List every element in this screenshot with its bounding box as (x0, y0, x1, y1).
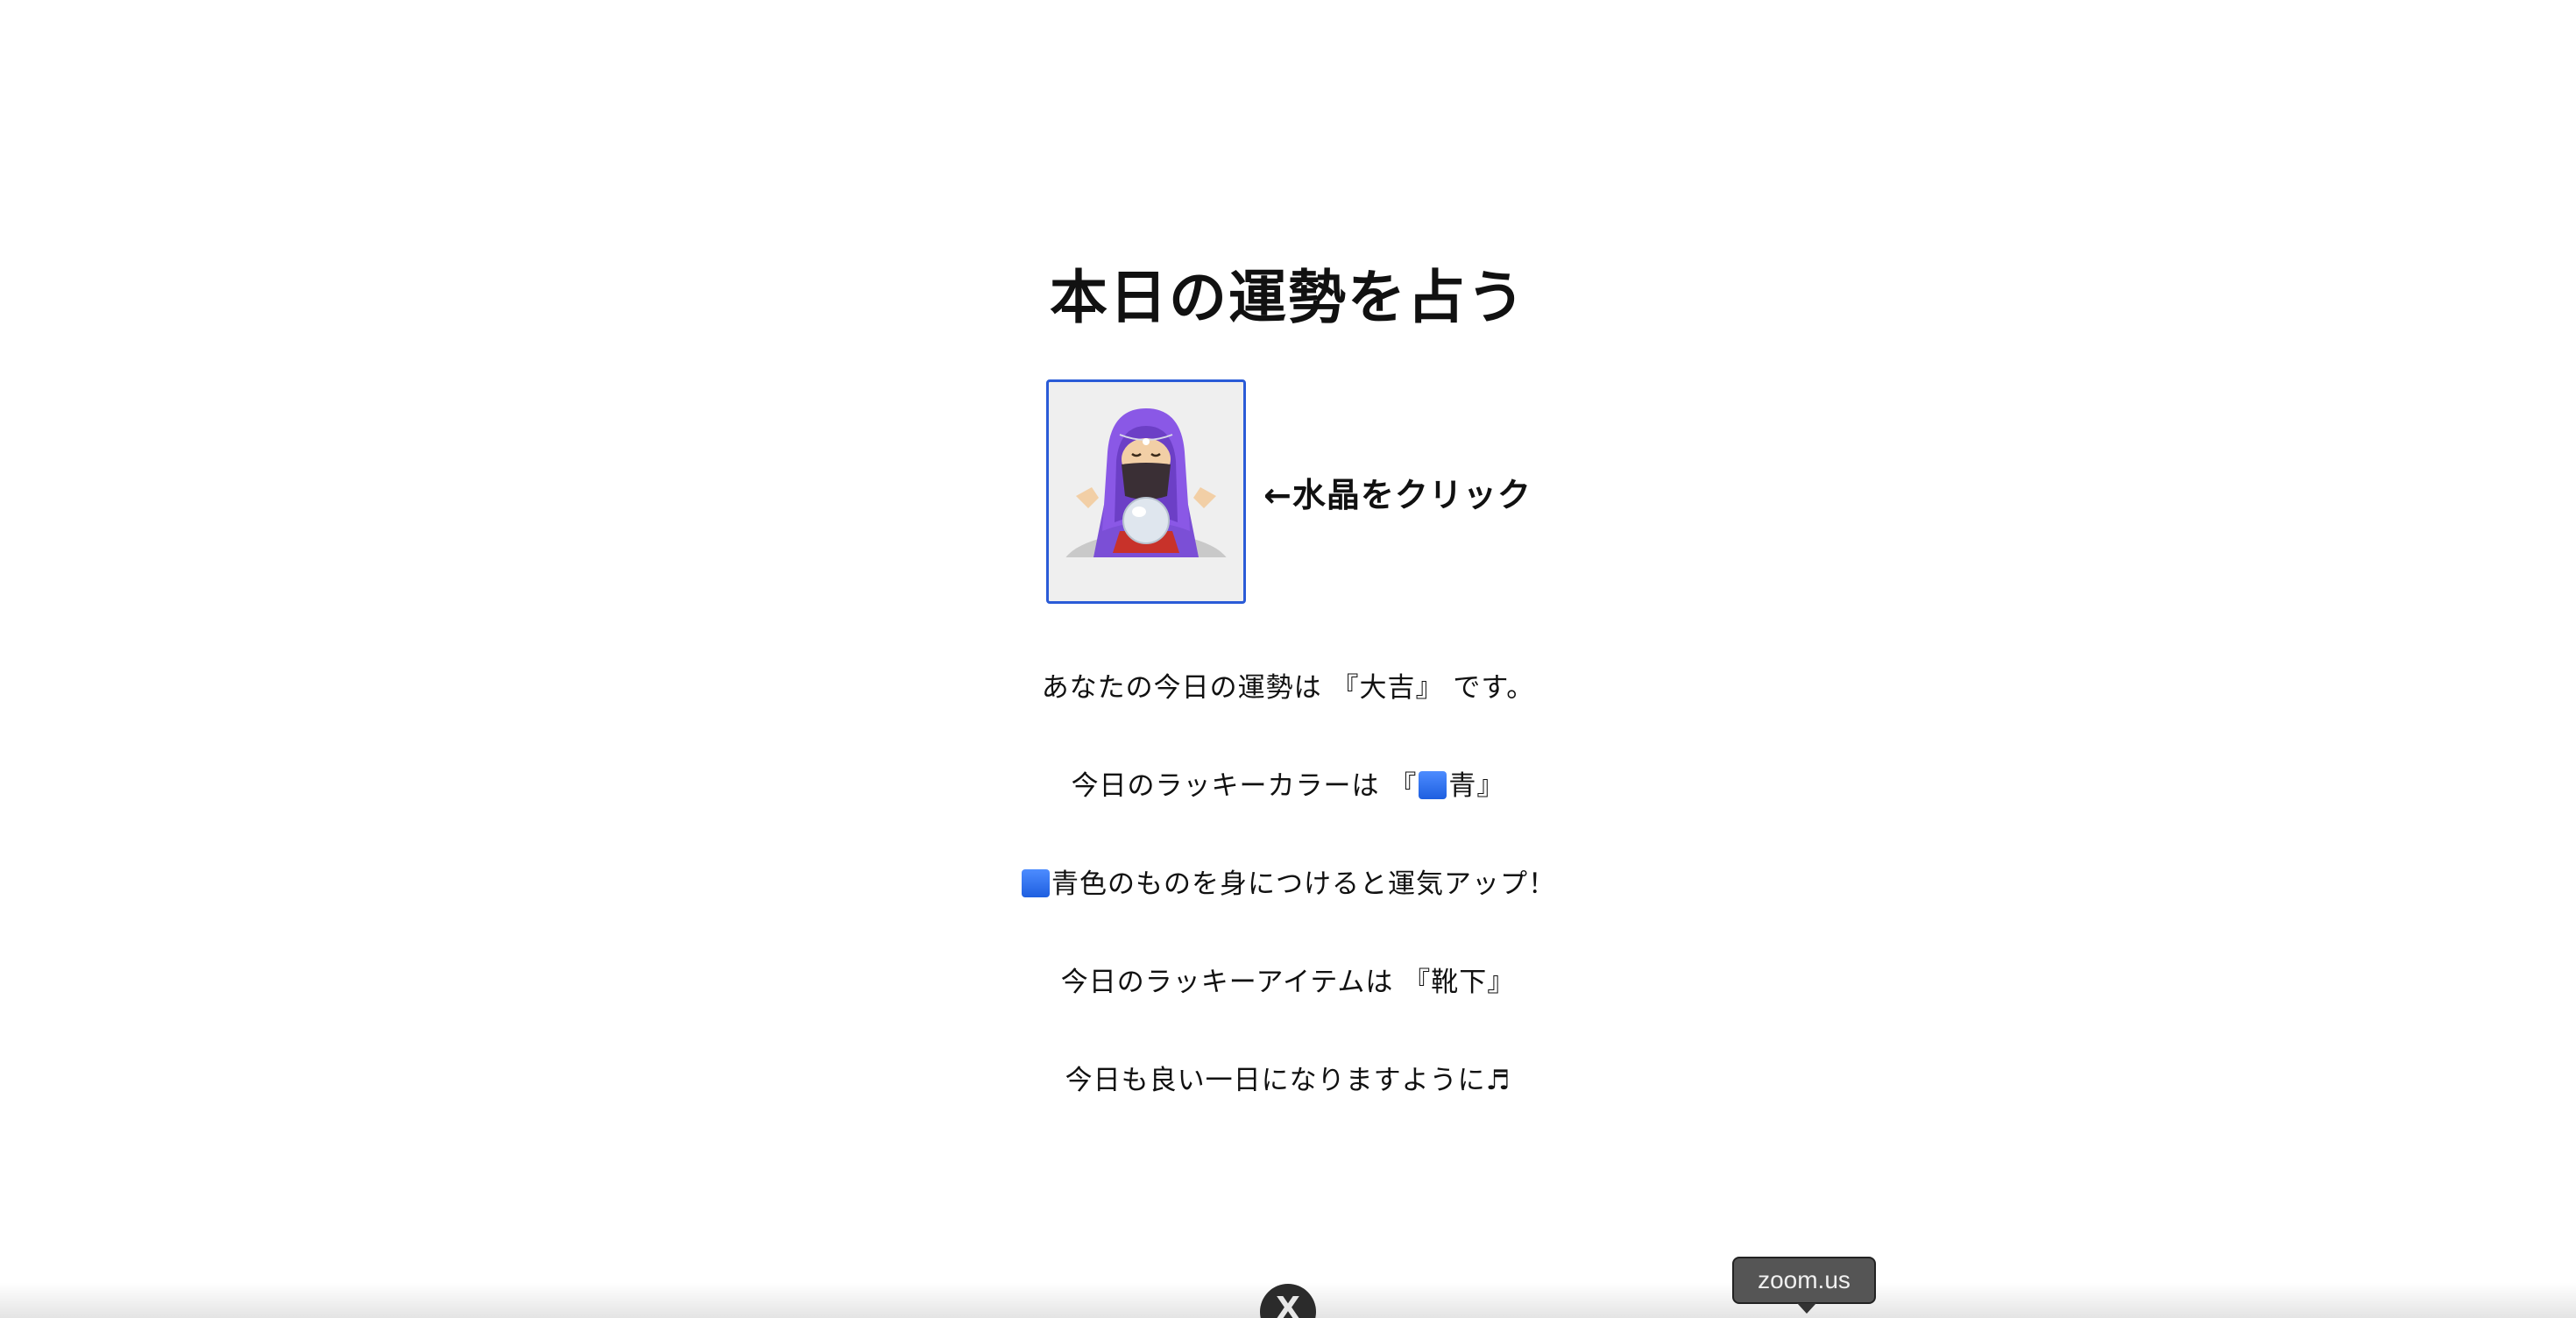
lucky-item-text: 今日のラッキーアイテムは 『靴下』 (1060, 967, 1516, 998)
crystal-ball-button[interactable] (1046, 379, 1246, 604)
closing-message: 今日も良い一日になりますように♬ (0, 1041, 2576, 1139)
fortune-result-text: あなたの今日の運勢は 『大吉』 です。 (1041, 672, 1535, 704)
zoom-tooltip: zoom.us (1732, 1257, 1876, 1314)
lucky-color-value: 青』 (1448, 770, 1505, 802)
page-title: 本日の運勢を占う (1050, 264, 1526, 331)
blue-square-icon (1022, 869, 1050, 897)
fortune-messages: あなたの今日の運勢は 『大吉』 です。 今日のラッキーカラーは 『青』 青色のも… (0, 648, 2576, 1139)
lucky-color: 今日のラッキーカラーは 『青』 (0, 747, 2576, 845)
lucky-color-advice: 青色のものを身につけると運気アップ！ (0, 845, 2576, 943)
music-note-icon: ♬ (1485, 1065, 1511, 1096)
closing-message-text: 今日も良い一日になりますように (1065, 1065, 1486, 1096)
lucky-color-prefix: 今日のラッキーカラーは 『 (1071, 770, 1418, 802)
blue-square-icon (1419, 771, 1447, 799)
lucky-color-advice-text: 青色のものを身につけると運気アップ！ (1051, 868, 1556, 900)
page: 本日の運勢を占う ←水晶をクリック あなたの今日の運勢は 『大吉』 です。 今日… (0, 0, 2576, 1318)
click-hint: ←水晶をクリック (1263, 475, 1532, 514)
fortune-row: ←水晶をクリック (1046, 378, 1532, 606)
lucky-item: 今日のラッキーアイテムは 『靴下』 (0, 943, 2576, 1041)
fortune-teller-icon (1062, 408, 1230, 584)
fortune-result: あなたの今日の運勢は 『大吉』 です。 (0, 648, 2576, 747)
